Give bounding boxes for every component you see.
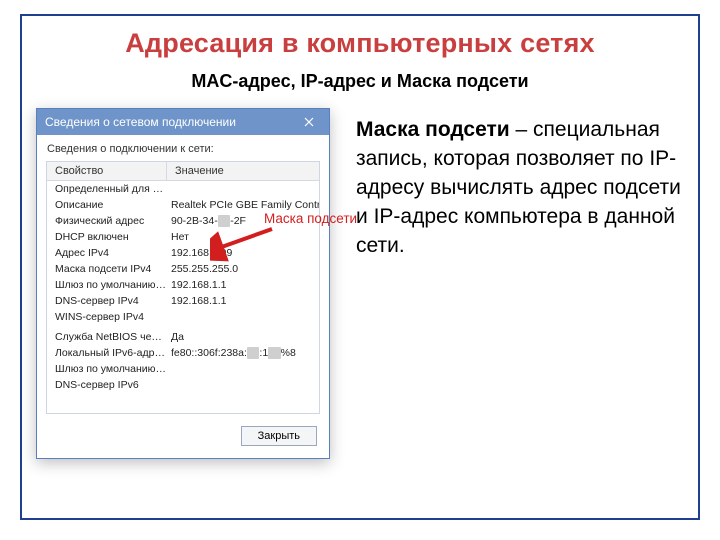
table-row[interactable]: Служба NetBIOS через...Да <box>47 329 319 345</box>
row-value: Нет <box>167 229 319 245</box>
dialog-subhead: Сведения о подключении к сети: <box>37 135 329 161</box>
redacted-segment: xx <box>247 347 260 359</box>
table-row[interactable]: DHCP включенНет <box>47 229 319 245</box>
row-property: DNS-сервер IPv4 <box>47 293 167 309</box>
close-button[interactable]: Закрыть <box>241 426 317 446</box>
header-property[interactable]: Свойство <box>47 162 167 180</box>
page-subtitle: MAC-адрес, IP-адрес и Маска подсети <box>36 71 684 92</box>
table-row[interactable]: ОписаниеRealtek PCIe GBE Family Controll… <box>47 197 319 213</box>
row-value <box>167 181 319 197</box>
row-property: Описание <box>47 197 167 213</box>
row-property: Локальный IPv6-адрес... <box>47 345 167 361</box>
grid-header: Свойство Значение <box>47 162 319 181</box>
row-value: 192.168.1.99 <box>167 245 319 261</box>
header-value[interactable]: Значение <box>167 162 319 180</box>
row-value <box>167 309 319 325</box>
row-value: 255.255.255.0 <box>167 261 319 277</box>
row-property: Определенный для по... <box>47 181 167 197</box>
table-row[interactable]: Определенный для по... <box>47 181 319 197</box>
row-property: Адрес IPv4 <box>47 245 167 261</box>
row-value <box>167 361 319 377</box>
definition-term: Маска подсети <box>356 118 510 141</box>
table-row[interactable]: Шлюз по умолчанию IP...192.168.1.1 <box>47 277 319 293</box>
row-property: WINS-сервер IPv4 <box>47 309 167 325</box>
network-details-dialog: Сведения о сетевом подключении Сведения … <box>36 108 330 459</box>
row-property: Служба NetBIOS через... <box>47 329 167 345</box>
row-property: Физический адрес <box>47 213 167 229</box>
content-area: Сведения о сетевом подключении Сведения … <box>36 108 684 459</box>
row-value: fe80::306f:238a:xx:1xx%8 <box>167 345 319 361</box>
row-value: 192.168.1.1 <box>167 277 319 293</box>
redacted-segment: xx <box>268 347 281 359</box>
window-close-button[interactable] <box>289 109 329 135</box>
dialog-footer: Закрыть <box>37 414 329 458</box>
definition-text: Маска подсети – специальная запись, кото… <box>356 108 684 459</box>
row-property: Маска подсети IPv4 <box>47 261 167 277</box>
redacted-segment: xx <box>218 215 231 227</box>
grid-body: Определенный для по...ОписаниеRealtek PC… <box>47 181 319 413</box>
row-value: Realtek PCIe GBE Family Controller <box>167 197 319 213</box>
table-row[interactable]: WINS-сервер IPv4 <box>47 309 319 325</box>
table-row[interactable]: Адрес IPv4192.168.1.99 <box>47 245 319 261</box>
table-row[interactable]: Маска подсети IPv4255.255.255.0 <box>47 261 319 277</box>
properties-grid: Свойство Значение Определенный для по...… <box>46 161 320 414</box>
dialog-title: Сведения о сетевом подключении <box>45 115 236 129</box>
page-title: Адресация в компьютерных сетях <box>36 28 684 59</box>
row-value: 90-2B-34-xx-2F <box>167 213 319 229</box>
row-property: Шлюз по умолчанию IPv6 <box>47 361 167 377</box>
table-row[interactable]: Локальный IPv6-адрес...fe80::306f:238a:x… <box>47 345 319 361</box>
table-row[interactable]: Шлюз по умолчанию IPv6 <box>47 361 319 377</box>
row-value: Да <box>167 329 319 345</box>
table-row[interactable]: Физический адрес90-2B-34-xx-2F <box>47 213 319 229</box>
row-property: DHCP включен <box>47 229 167 245</box>
row-property: Шлюз по умолчанию IP... <box>47 277 167 293</box>
row-property: DNS-сервер IPv6 <box>47 377 167 393</box>
row-value: 192.168.1.1 <box>167 293 319 309</box>
slide-frame: Адресация в компьютерных сетях MAC-адрес… <box>20 14 700 520</box>
table-row[interactable]: DNS-сервер IPv4192.168.1.1 <box>47 293 319 309</box>
close-icon <box>304 117 314 127</box>
dialog-titlebar: Сведения о сетевом подключении <box>37 109 329 135</box>
table-row[interactable]: DNS-сервер IPv6 <box>47 377 319 393</box>
row-value <box>167 377 319 393</box>
